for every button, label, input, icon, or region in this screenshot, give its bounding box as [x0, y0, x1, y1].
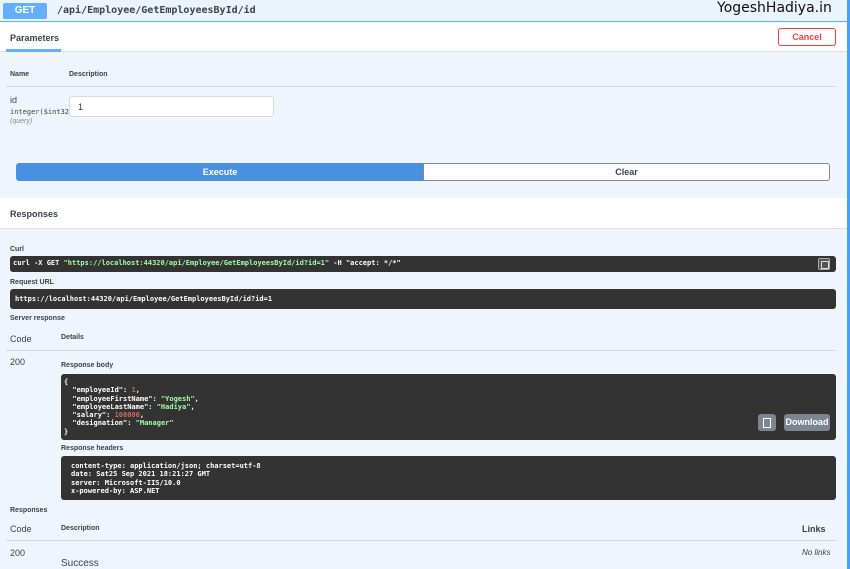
param-col-description: Description — [69, 71, 108, 78]
request-url-label: Request URL — [10, 279, 54, 286]
responses-row-code: 200 — [10, 548, 26, 558]
divider — [6, 540, 836, 541]
response-headers-box: content-type: application/json; charset=… — [61, 456, 836, 500]
copy-icon[interactable] — [818, 258, 830, 270]
response-body-json: { "employeeId": 1, "employeeFirstName": … — [64, 378, 199, 436]
tab-active-indicator — [6, 49, 61, 52]
server-col-code: Code — [10, 334, 32, 344]
response-body-box: { "employeeId": 1, "employeeFirstName": … — [61, 374, 836, 440]
response-code: 200 — [10, 357, 26, 367]
operation-header[interactable]: GET /api/Employee/GetEmployeesById/id Yo… — [0, 0, 847, 22]
responses-table-title: Responses — [10, 507, 48, 514]
server-response-label: Server response — [10, 315, 65, 322]
param-col-name: Name — [10, 71, 30, 78]
responses-row-description: Success — [61, 558, 99, 569]
method-badge: GET — [3, 3, 47, 19]
divider — [6, 86, 836, 87]
param-location: (query) — [10, 118, 33, 125]
cancel-button[interactable]: Cancel — [778, 28, 836, 46]
divider — [6, 350, 836, 351]
response-headers-text: content-type: application/json; charset=… — [71, 462, 261, 495]
responses-col-code: Code — [10, 524, 32, 534]
responses-row-links: No links — [802, 548, 831, 557]
parameters-tabbar: Parameters Cancel — [0, 23, 847, 52]
server-col-details: Details — [61, 334, 84, 341]
request-url: https://localhost:44320/api/Employee/Get… — [15, 295, 273, 303]
id-param-input[interactable] — [69, 96, 274, 117]
responses-title: Responses — [10, 209, 59, 219]
clear-button[interactable]: Clear — [423, 163, 830, 181]
responses-col-links: Links — [802, 524, 826, 534]
operation-panel: GET /api/Employee/GetEmployeesById/id Yo… — [0, 0, 850, 569]
responses-col-description: Description — [61, 525, 100, 532]
request-url-box: https://localhost:44320/api/Employee/Get… — [10, 289, 836, 309]
brand-watermark: YogeshHadiya.in — [717, 0, 832, 16]
copy-body-icon[interactable] — [758, 414, 776, 431]
download-button[interactable]: Download — [784, 414, 830, 431]
response-body-label: Response body — [61, 362, 114, 369]
responses-header: Responses — [0, 198, 847, 229]
tab-parameters[interactable]: Parameters — [10, 33, 59, 43]
param-name: id — [10, 95, 18, 105]
operation-path: /api/Employee/GetEmployeesById/id — [57, 5, 256, 16]
curl-box[interactable]: curl -X GET "https://localhost:44320/api… — [10, 256, 836, 272]
curl-command: curl -X GET "https://localhost:44320/api… — [13, 259, 401, 267]
param-type: integer($int32) — [10, 108, 74, 116]
response-headers-label: Response headers — [61, 445, 124, 452]
curl-label: Curl — [10, 246, 24, 253]
execute-button[interactable]: Execute — [16, 163, 424, 181]
